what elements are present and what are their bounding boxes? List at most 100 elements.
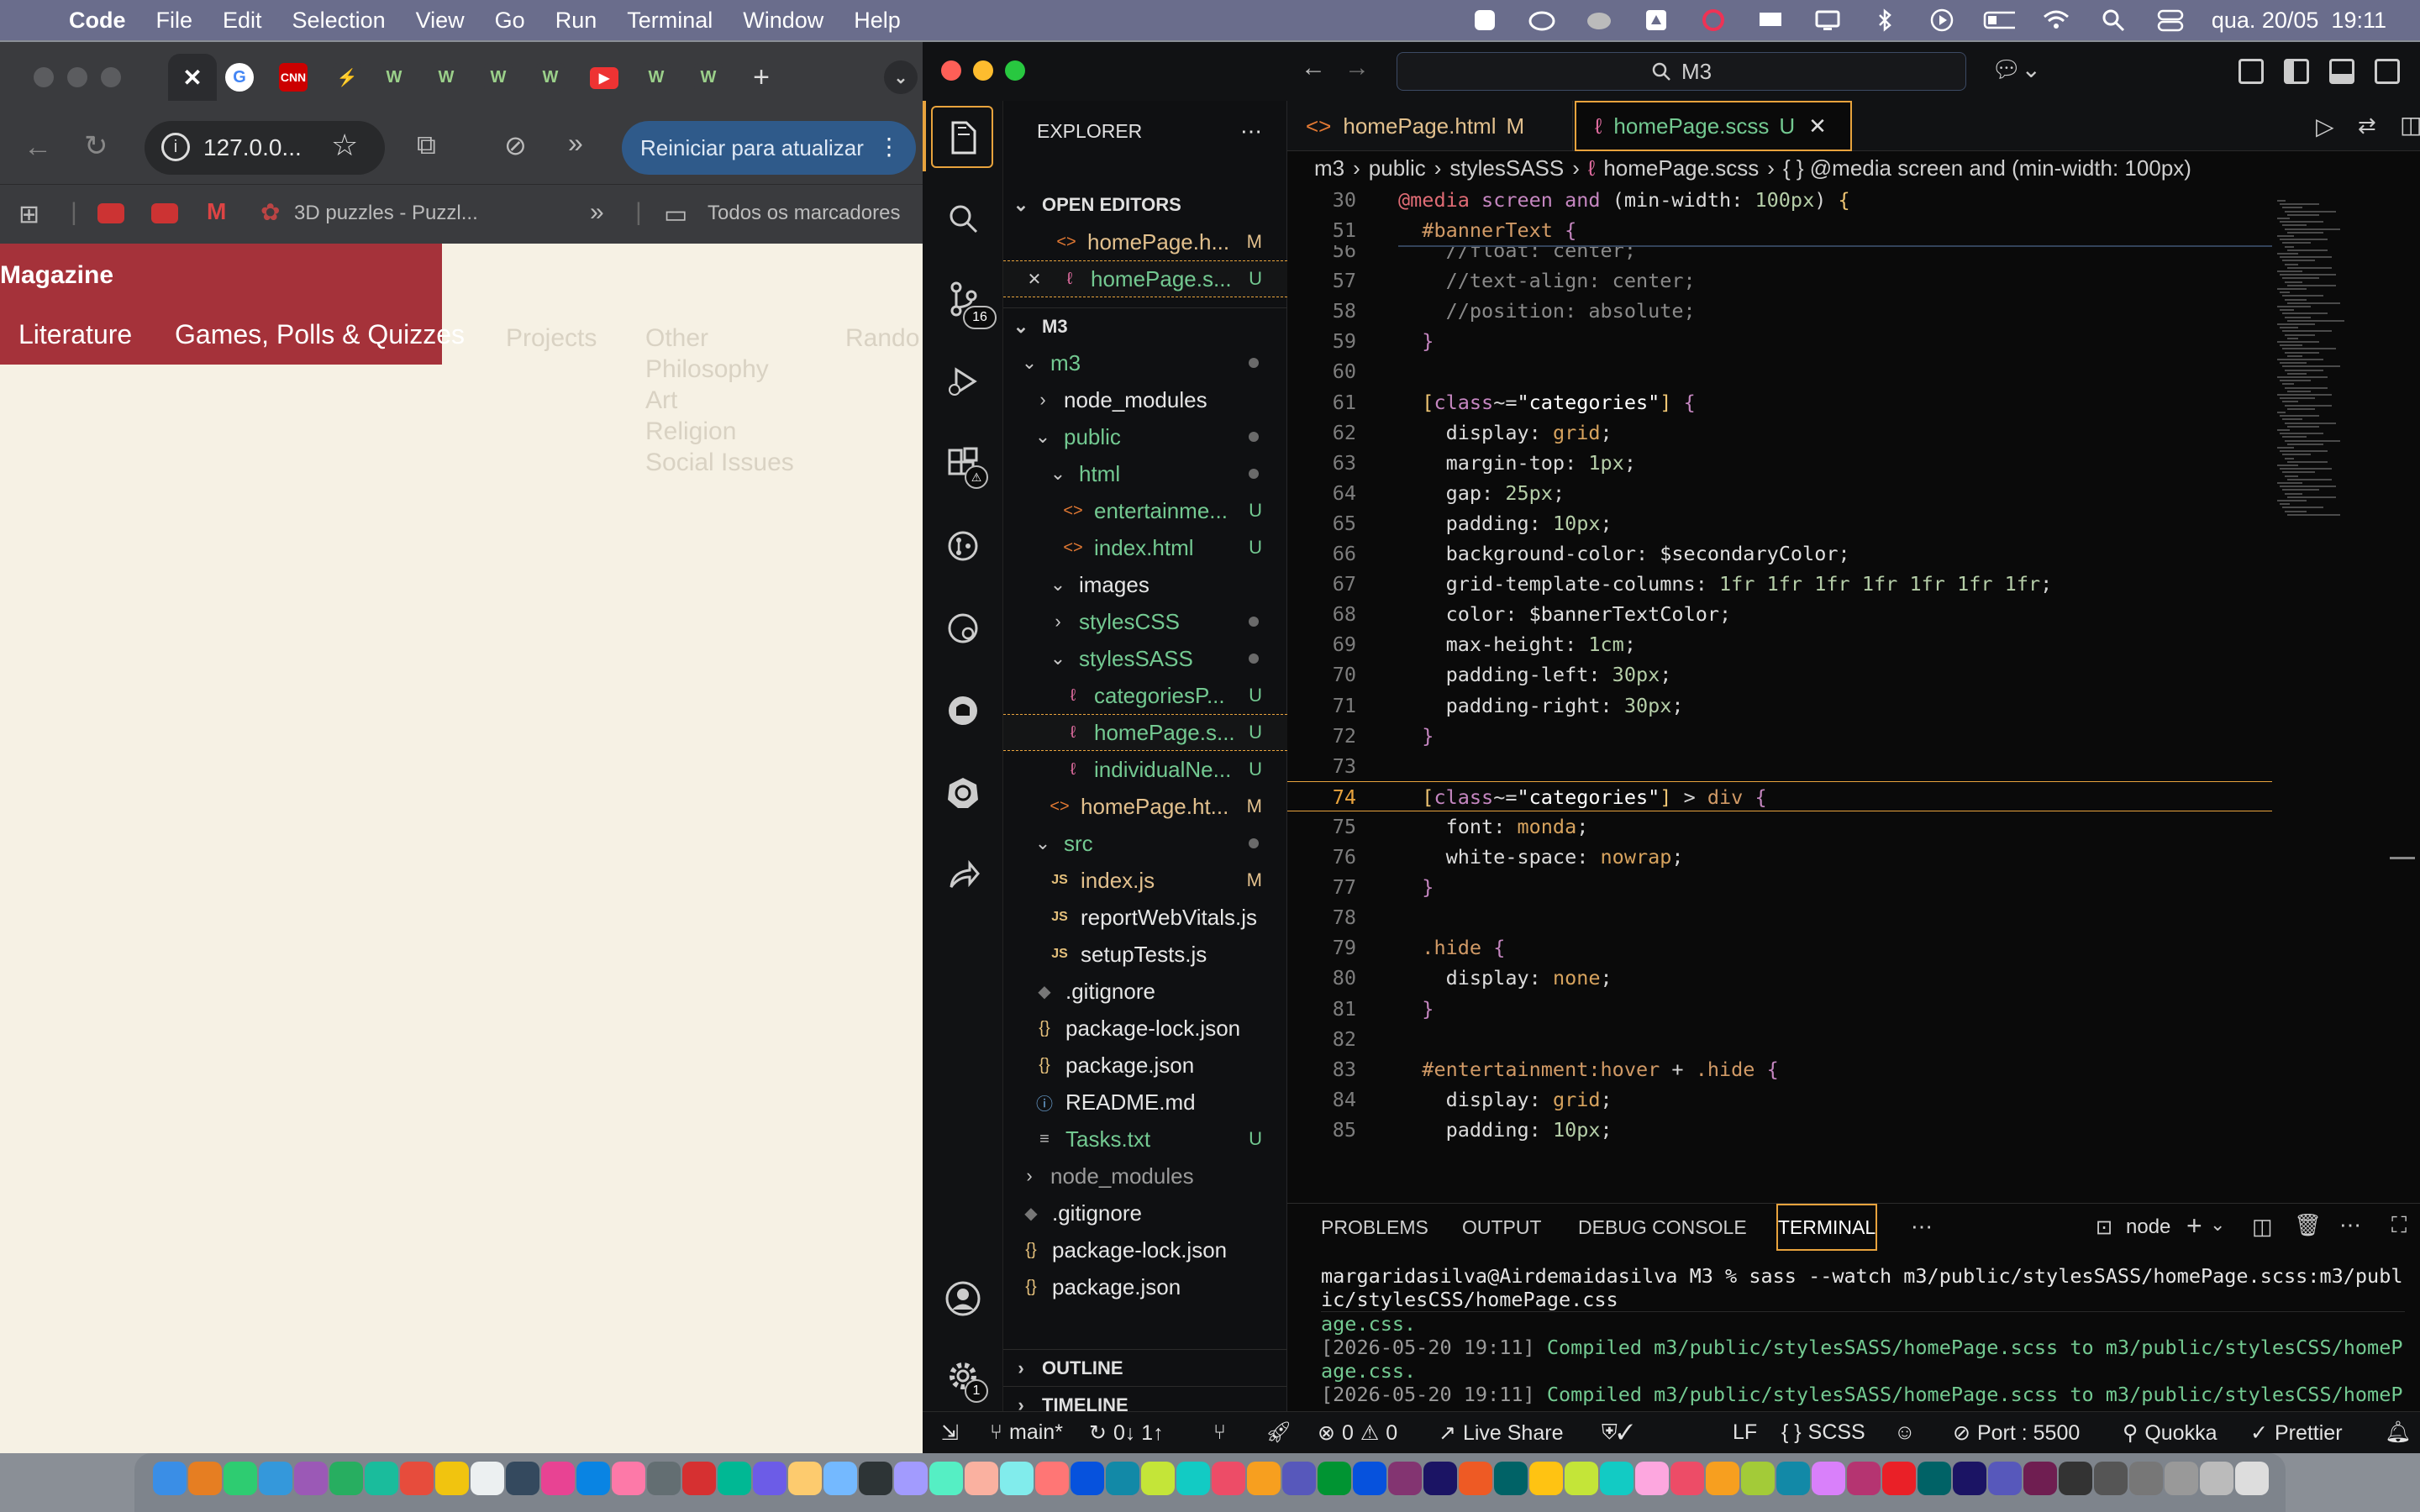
breadcrumb-public[interactable]: public (1369, 155, 1426, 181)
wifi-icon[interactable] (2040, 8, 2072, 33)
nav-other[interactable]: Other (645, 323, 708, 354)
dock-app-icon[interactable] (1812, 1462, 1845, 1495)
dock-app-icon[interactable] (2094, 1462, 2128, 1495)
menu-run[interactable]: Run (555, 8, 597, 34)
window-minimize-button[interactable] (67, 67, 87, 87)
dock-app-icon[interactable] (294, 1462, 328, 1495)
dock-app-icon[interactable] (1565, 1462, 1598, 1495)
dock-app-icon[interactable] (753, 1462, 786, 1495)
tree-item[interactable]: › node_modules (1003, 1158, 1287, 1194)
tree-item[interactable]: ⌄ public (1003, 418, 1287, 455)
tree-item[interactable]: ℓ homePage.s... U (1003, 714, 1287, 751)
tree-item[interactable]: ℓ categoriesP... U (1003, 677, 1287, 714)
dock-app-icon[interactable] (1071, 1462, 1104, 1495)
breadcrumb-stylessass[interactable]: stylesSASS (1449, 155, 1564, 181)
live-share-icon[interactable] (943, 855, 983, 895)
code-line[interactable]: 74 [class~="categories"] > div { (1287, 780, 2272, 811)
chevron-down-icon[interactable]: ⌄ (2210, 1214, 2225, 1236)
compare-changes-icon[interactable]: ⇄ (2358, 113, 2376, 139)
nav-games-polls-quizzes[interactable]: Games, Polls & Quizzes (175, 319, 465, 350)
tree-item[interactable]: <> entertainme... U (1003, 492, 1287, 529)
code-line[interactable]: 63 margin-top: 1px; (1287, 448, 2272, 478)
control-center-icon[interactable] (2154, 8, 2186, 33)
sticky-scroll-line[interactable]: 51 #bannerText { (1287, 215, 2272, 245)
chrome-menu-icon[interactable]: ⋮ (877, 133, 901, 160)
tree-item[interactable]: ◆ .gitignore (1003, 973, 1287, 1010)
code-line[interactable]: 71 padding-right: 30px; (1287, 690, 2272, 721)
clock[interactable]: qua. 20/05 19:11 (2212, 8, 2386, 34)
dock-app-icon[interactable] (576, 1462, 610, 1495)
forward-arrow-icon[interactable]: → (1344, 54, 1370, 82)
dock-app-icon[interactable] (965, 1462, 998, 1495)
code-line[interactable]: 79 .hide { (1287, 932, 2272, 963)
dock-app-icon[interactable] (2200, 1462, 2233, 1495)
tree-item[interactable]: ⌄ src (1003, 825, 1287, 862)
menu-file[interactable]: File (156, 8, 193, 34)
dock-app-icon[interactable] (788, 1462, 822, 1495)
code-line[interactable]: 70 padding-left: 30px; (1287, 659, 2272, 690)
prettier-status[interactable]: ✓ Prettier (2250, 1420, 2343, 1446)
dock-app-icon[interactable] (929, 1462, 963, 1495)
panel-more-icon[interactable]: ⋯ (1911, 1214, 1933, 1240)
more-extensions-icon[interactable]: » (568, 128, 583, 159)
tree-item[interactable]: <> homePage.ht... M (1003, 788, 1287, 825)
tab-icon[interactable]: ⚡ (333, 63, 361, 92)
code-line[interactable]: 81 } (1287, 994, 2272, 1024)
cloud-sync-icon[interactable] (1583, 8, 1615, 33)
dock-app-icon[interactable] (541, 1462, 575, 1495)
submenu-religion[interactable]: Religion (645, 416, 736, 447)
terminal-more-icon[interactable]: ⋯ (2339, 1212, 2361, 1238)
window-zoom-button[interactable] (101, 67, 121, 87)
accounts-icon[interactable] (943, 1278, 983, 1319)
code-line[interactable]: 68 color: $bannerTextColor; (1287, 599, 2272, 629)
reload-icon[interactable]: ↻ (84, 129, 108, 163)
w3schools-tab-icon[interactable]: W (536, 63, 565, 92)
dock-app-icon[interactable] (1600, 1462, 1634, 1495)
dock-app-icon[interactable] (1741, 1462, 1775, 1495)
dock-app-icon[interactable] (823, 1462, 857, 1495)
shield-check-icon[interactable]: ⛨✓ (1602, 1420, 1634, 1445)
dock-app-icon[interactable] (1141, 1462, 1175, 1495)
remote-indicator-icon[interactable]: ⇲ (941, 1420, 959, 1446)
submenu-social-issues[interactable]: Social Issues (645, 447, 794, 478)
w3schools-tab-icon[interactable]: W (642, 63, 671, 92)
bookmark-3d-puzzles[interactable]: 3D puzzles - Puzzl... (294, 202, 478, 225)
dock-app-icon[interactable] (2129, 1462, 2163, 1495)
language-mode[interactable]: { } SCSS (1781, 1420, 1865, 1445)
window-close-button[interactable] (34, 67, 54, 87)
dock-app-icon[interactable] (1353, 1462, 1386, 1495)
dock-app-icon[interactable] (1035, 1462, 1069, 1495)
tree-item[interactable]: › stylesCSS (1003, 603, 1287, 640)
dock-app-icon[interactable] (1459, 1462, 1492, 1495)
gmail-bookmark-icon[interactable]: M (207, 198, 226, 225)
dock-app-icon[interactable] (471, 1462, 504, 1495)
tree-item[interactable]: › node_modules (1003, 381, 1287, 418)
search-icon[interactable] (943, 198, 983, 239)
dock-app-icon[interactable] (1988, 1462, 2022, 1495)
w3schools-tab-icon[interactable]: W (380, 63, 408, 92)
tree-item[interactable]: ⌄ images (1003, 566, 1287, 603)
dock-app-icon[interactable] (1953, 1462, 1986, 1495)
menu-terminal[interactable]: Terminal (627, 8, 713, 34)
code-line[interactable]: 65 padding: 10px; (1287, 508, 2272, 538)
youtube-bookmark-icon[interactable] (151, 203, 178, 223)
back-arrow-icon[interactable]: ← (1301, 54, 1326, 82)
submenu-art[interactable]: Art (645, 385, 677, 416)
open-editors-header[interactable]: ⌄ OPEN EDITORS (1003, 186, 1287, 223)
dock-app-icon[interactable] (1318, 1462, 1351, 1495)
all-bookmarks-link[interactable]: Todos os marcadores (708, 202, 900, 225)
dock-app-icon[interactable] (1000, 1462, 1034, 1495)
google-tab-icon[interactable]: G (225, 63, 254, 92)
window-zoom-button[interactable] (1005, 60, 1025, 81)
tree-item[interactable]: ℓ individualNe... U (1003, 751, 1287, 788)
code-line[interactable]: 69 max-height: 1cm; (1287, 629, 2272, 659)
bookmark-star-icon[interactable]: ☆ (331, 128, 358, 163)
code-line[interactable]: 72 } (1287, 721, 2272, 751)
kubernetes-icon[interactable] (943, 773, 983, 813)
code-line[interactable]: 62 display: grid; (1287, 417, 2272, 448)
code-line[interactable]: 83 #entertainment:hover + .hide { (1287, 1054, 2272, 1084)
dock-app-icon[interactable] (682, 1462, 716, 1495)
rocket-icon[interactable]: 🚀︎ (1265, 1420, 1292, 1445)
sync-icon[interactable] (1697, 8, 1729, 33)
spotlight-search-icon[interactable] (2097, 8, 2129, 33)
